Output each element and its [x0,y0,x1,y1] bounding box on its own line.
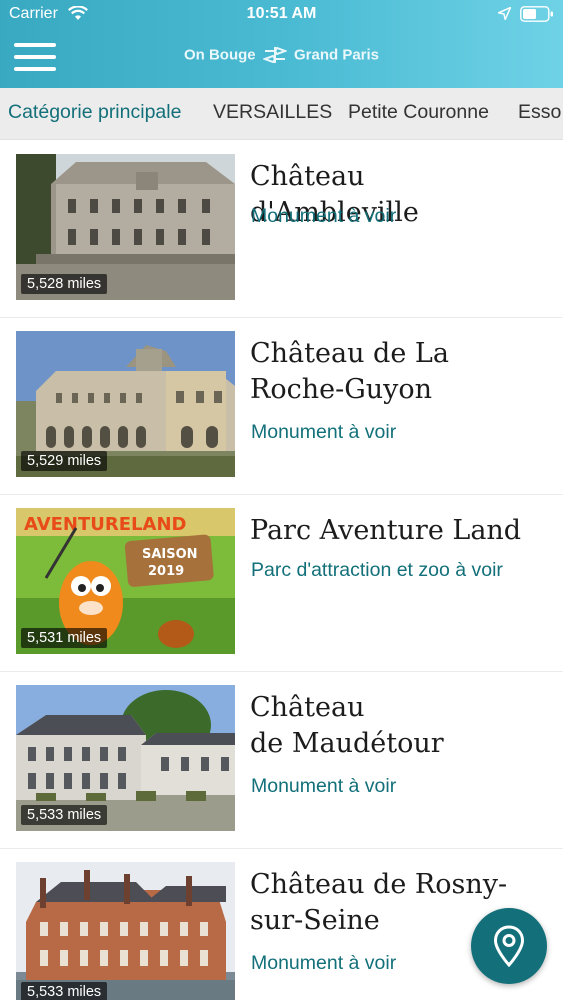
place-title: Château de La Roche-Guyon [250,336,540,408]
place-photo: 5,533 miles [16,862,235,1000]
tab-petite-couronne[interactable]: Petite Couronne [348,101,489,124]
place-category: Parc d'attraction et zoo à voir [251,559,503,581]
map-pin-icon [493,925,525,967]
location-arrow-icon [498,7,511,20]
place-photo: AVENTURELAND SAISON 2019 5,531 miles [16,508,235,654]
clock: 10:51 AM [246,5,317,22]
place-title-line1: Château de Rosny- [250,869,508,900]
distance-badge: 5,533 miles [21,982,108,1000]
distance-badge: 5,531 miles [21,628,108,648]
status-bar: Carrier 10:51 AM [0,0,563,30]
place-photo: 5,529 miles [16,331,235,477]
place-title-line1: Parc Aventure Land [250,515,522,546]
chateau-photo [16,862,235,1000]
place-category: Monument à voir [251,421,397,443]
place-title-line2: Roche-Guyon [250,374,433,405]
place-title: Parc Aventure Land [250,513,540,549]
list-item[interactable]: 5,533 miles Château de Maudétour Monumen… [0,672,563,849]
map-button[interactable] [471,908,547,984]
place-photo: 5,533 miles [16,685,235,831]
list-item[interactable]: 5,529 miles Château de La Roche-Guyon Mo… [0,318,563,495]
tab-categorie-principale[interactable]: Catégorie principale [8,101,181,124]
distance-badge: 5,529 miles [21,451,108,471]
poster-title: AVENTURELAND [24,514,186,535]
logo-text-left: On Bouge [183,46,256,64]
list-item[interactable]: 5,528 miles Château d'Ambleville Monumen… [0,141,563,318]
place-category: Monument à voir [251,775,397,797]
poster-saison-label: SAISON [142,547,198,562]
place-category: Monument à voir [251,952,397,974]
place-title-line1: Château de La [250,338,449,369]
tab-esso[interactable]: Esso [518,101,561,124]
battery-icon [520,6,553,22]
place-title: Château de Maudétour [250,690,540,762]
tab-versailles[interactable]: VERSAILLES [213,101,332,124]
distance-badge: 5,528 miles [21,274,108,294]
app-header: Carrier 10:51 AM On Bouge Grand Paris [0,0,563,88]
place-photo: 5,528 miles [16,154,235,300]
list-item[interactable]: AVENTURELAND SAISON 2019 5,531 miles Par… [0,495,563,672]
place-title-line2: de Maudétour [250,728,444,759]
place-title-line1: Château [250,692,365,723]
poster-saison-year: 2019 [148,564,184,579]
distance-badge: 5,533 miles [21,805,108,825]
place-category: Monument à voir [251,205,397,227]
logo-text-right: Grand Paris [293,46,380,64]
app-logo: On Bouge Grand Paris [0,46,563,68]
logo-icon [262,46,287,64]
category-tabs: Catégorie principale VERSAILLES Petite C… [0,88,563,140]
